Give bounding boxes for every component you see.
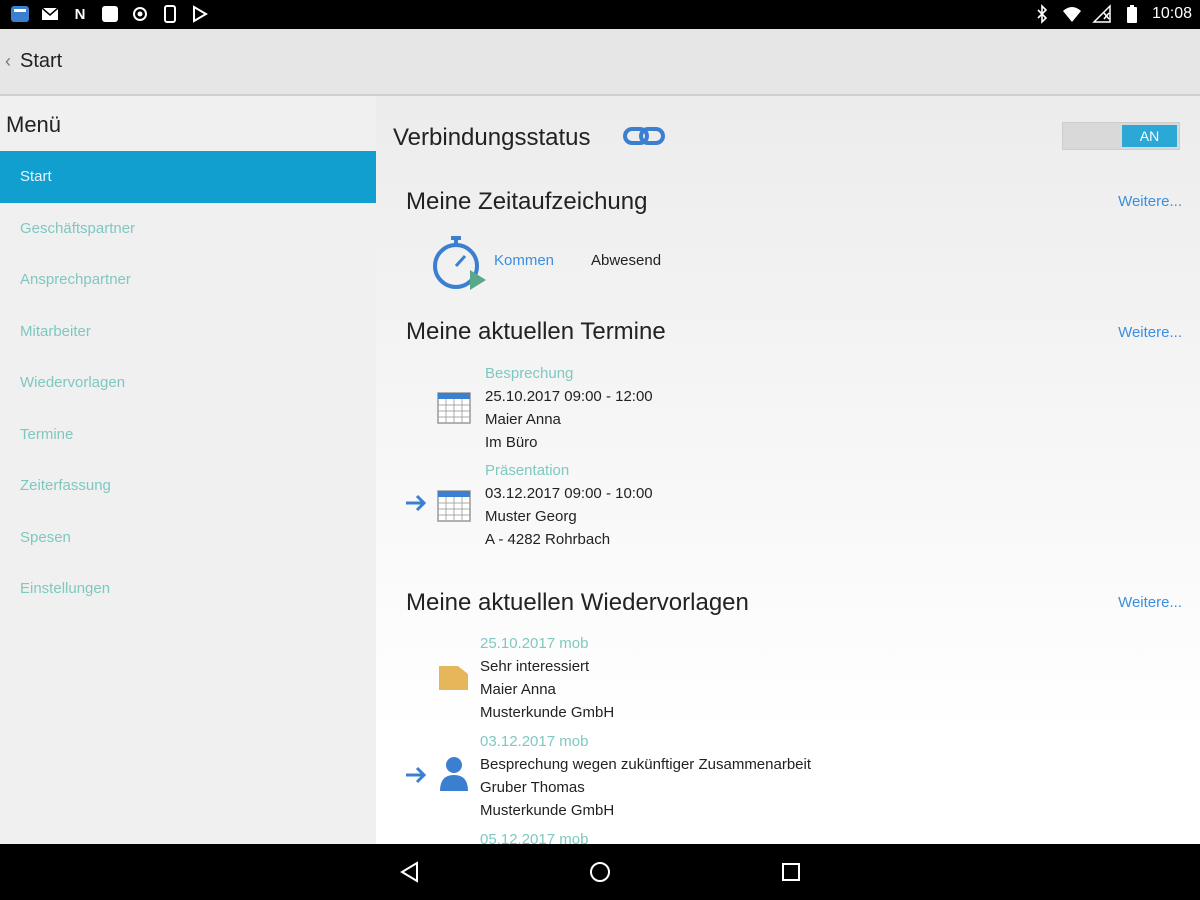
stopwatch-icon[interactable] [430, 234, 488, 297]
menu-list: Start Geschäftspartner Ansprechpartner M… [0, 151, 376, 615]
arrow-right-icon [404, 765, 428, 790]
clock: 10:08 [1151, 5, 1192, 22]
followup-subject: Besprechung wegen zukünftiger Zusammenar… [480, 756, 812, 773]
followup-date: 03.12.2017 mob [480, 733, 589, 750]
arrow-right-icon [404, 493, 428, 518]
appointment-datetime: 03.12.2017 09:00 - 10:00 [485, 485, 653, 502]
sidebar-item-zeiterfassung[interactable]: Zeiterfassung [0, 460, 376, 512]
appointments-title: Meine aktuellen Termine [406, 318, 666, 345]
sidebar-item-start[interactable]: Start [0, 151, 376, 203]
appointment-location: A - 4282 Rohrbach [485, 531, 611, 548]
status-bar: N 10:08 [0, 0, 1200, 29]
followup-item[interactable]: 03.12.2017 mob Besprechung wegen zukünft… [480, 730, 811, 822]
time-tracking-more-link[interactable]: Weitere... [1118, 193, 1182, 210]
link-icon [622, 124, 666, 153]
person-icon [439, 756, 469, 797]
kommen-link[interactable]: Kommen [494, 252, 554, 269]
n-icon: N [74, 5, 86, 23]
phone-icon [160, 4, 180, 24]
sidebar-item-geschaeftspartner[interactable]: Geschäftspartner [0, 203, 376, 255]
appointment-location: Im Büro [485, 434, 538, 451]
appointment-item[interactable]: Präsentation 03.12.2017 09:00 - 10:00 Mu… [485, 459, 653, 551]
battery-icon [1122, 4, 1142, 24]
action-bar-title[interactable]: Start [20, 50, 62, 73]
appointments-more-link[interactable]: Weitere... [1118, 324, 1182, 341]
abwesend-status: Abwesend [591, 252, 662, 269]
followups-more-link[interactable]: Weitere... [1118, 594, 1182, 611]
menu-title: Menü [6, 112, 62, 137]
followup-item[interactable]: 25.10.2017 mob Sehr interessiert Maier A… [480, 632, 614, 724]
appointment-item[interactable]: Besprechung 25.10.2017 09:00 - 12:00 Mai… [485, 362, 653, 454]
followup-date: 05.12.2017 mob [480, 831, 589, 844]
home-icon[interactable] [588, 860, 612, 889]
appointment-person: Muster Georg [485, 508, 577, 525]
connection-toggle[interactable]: AN [1062, 122, 1180, 150]
appointment-datetime: 25.10.2017 09:00 - 12:00 [485, 388, 653, 405]
back-chevron-icon[interactable]: ‹ [5, 51, 11, 72]
appointment-category: Besprechung [485, 365, 574, 382]
recents-icon[interactable] [779, 860, 803, 889]
sidebar-item-ansprechpartner[interactable]: Ansprechpartner [0, 254, 376, 306]
record-icon [130, 4, 150, 24]
followup-item[interactable]: 05.12.2017 mob [480, 828, 588, 844]
calendar-icon [436, 487, 472, 528]
followup-person: Maier Anna [480, 681, 556, 698]
bluetooth-icon [1032, 4, 1052, 24]
sidebar-item-mitarbeiter[interactable]: Mitarbeiter [0, 306, 376, 358]
followup-date: 25.10.2017 mob [480, 635, 589, 652]
sidebar-item-spesen[interactable]: Spesen [0, 512, 376, 564]
square-icon [100, 4, 120, 24]
followup-person: Gruber Thomas [480, 779, 585, 796]
navigation-bar [0, 844, 1200, 900]
main-content: Verbindungsstatus AN Meine Zeitaufzeichu… [376, 96, 1200, 844]
signal-icon [1092, 4, 1112, 24]
toggle-on-label: AN [1122, 125, 1177, 147]
play-store-icon [190, 4, 210, 24]
calendar-icon [436, 389, 472, 430]
sidebar-menu: Menü Start Geschäftspartner Ansprechpart… [0, 96, 376, 844]
sidebar-item-termine[interactable]: Termine [0, 409, 376, 461]
appointment-person: Maier Anna [485, 411, 561, 428]
sidebar-item-wiedervorlagen[interactable]: Wiedervorlagen [0, 357, 376, 409]
mail-icon [40, 4, 60, 24]
wifi-icon [1062, 4, 1082, 24]
folder-icon [438, 664, 470, 697]
followup-company: Musterkunde GmbH [480, 802, 615, 819]
time-tracking-title: Meine Zeitaufzeichung [406, 188, 648, 215]
followups-title: Meine aktuellen Wiedervorlagen [406, 589, 749, 616]
appointment-category: Präsentation [485, 462, 570, 479]
action-bar: ‹ Start [0, 29, 1200, 96]
followup-subject: Sehr interessiert [480, 658, 590, 675]
connection-status-title: Verbindungsstatus [393, 124, 591, 151]
followup-company: Musterkunde GmbH [480, 704, 615, 721]
sidebar-item-einstellungen[interactable]: Einstellungen [0, 563, 376, 615]
back-icon[interactable] [398, 860, 422, 889]
app-icon [10, 4, 30, 24]
